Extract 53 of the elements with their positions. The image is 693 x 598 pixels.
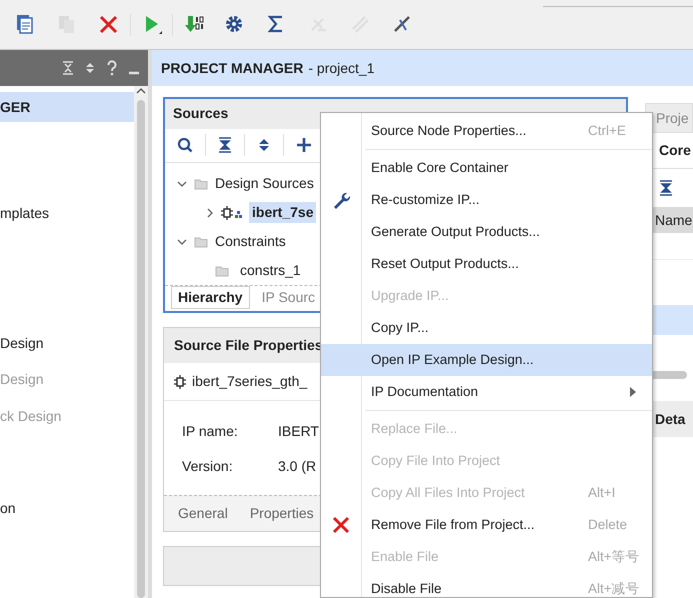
- menu-label: Generate Output Products...: [371, 222, 541, 241]
- shortcut: Delete: [588, 516, 628, 534]
- menu-item[interactable]: Reset Output Products...: [321, 248, 652, 280]
- tab[interactable]: General: [178, 503, 228, 524]
- nav-item[interactable]: mplates: [0, 198, 134, 228]
- menu-label: Copy All Files Into Project: [371, 484, 526, 502]
- menu-item[interactable]: Re-customize IP...: [321, 184, 652, 216]
- menu-label: Upgrade IP...: [371, 286, 450, 305]
- menu-label: Reset Output Products...: [371, 254, 520, 273]
- menu-label: Enable File: [371, 548, 440, 566]
- shortcut: Alt+I: [588, 484, 616, 502]
- panel-title: Sources: [173, 104, 228, 124]
- menu-label: Remove File from Project...: [371, 516, 536, 534]
- menu-item[interactable]: Source Node Properties... Ctrl+E: [321, 115, 652, 147]
- nav-item[interactable]: Design: [0, 328, 134, 358]
- nav-item[interactable]: on: [0, 493, 134, 523]
- field-value: IBERT: [278, 422, 319, 441]
- menu-label: Source Node Properties...: [371, 122, 528, 140]
- tab[interactable]: Properties: [250, 503, 314, 524]
- menu-label: Replace File...: [371, 420, 458, 438]
- panel-subtitle: Core: [659, 141, 691, 160]
- nav-item[interactable]: GER: [0, 92, 134, 122]
- menu-item[interactable]: Copy IP...: [321, 312, 652, 344]
- field-label: Version:: [182, 457, 234, 476]
- menu-item[interactable]: Remove File from Project... Delete: [321, 509, 652, 541]
- menu-label: Disable File: [371, 580, 443, 597]
- field-label: IP name:: [182, 422, 239, 441]
- tree-item[interactable]: Design Sources: [215, 173, 314, 194]
- menu-label: IP Documentation: [371, 382, 480, 401]
- shortcut: Alt+等号: [588, 548, 640, 566]
- menu-label: Copy IP...: [371, 318, 430, 337]
- tree-item[interactable]: ibert_7se: [249, 202, 316, 223]
- panel-title: Source File Properties: [174, 336, 323, 355]
- menu-label: Copy File Into Project: [371, 452, 502, 470]
- menu-label: Open IP Example Design...: [371, 350, 535, 369]
- file-name: ibert_7series_gth_: [192, 372, 308, 391]
- menu-item[interactable]: IP Documentation: [321, 376, 652, 408]
- field-value: 3.0 (R: [278, 457, 316, 476]
- panel-header: PROJECT MANAGER - project_1: [152, 50, 693, 86]
- menu-label: Enable Core Container: [371, 158, 510, 177]
- panel-title: Proje: [656, 108, 689, 128]
- panel-title: Deta: [655, 410, 686, 428]
- menu-item[interactable]: Open IP Example Design...: [321, 344, 652, 376]
- shortcut: Alt+减号: [588, 580, 640, 597]
- menu-item[interactable]: Enable Core Container: [321, 152, 652, 184]
- tab[interactable]: IP Sourc: [256, 286, 322, 309]
- tree-item[interactable]: constrs_1: [237, 260, 304, 281]
- menu-item[interactable]: Generate Output Products...: [321, 216, 652, 248]
- tab[interactable]: Hierarchy: [171, 286, 250, 309]
- shortcut: Ctrl+E: [588, 122, 626, 140]
- tree-item[interactable]: Constraints: [215, 231, 286, 252]
- menu-item[interactable]: Disable File Alt+减号: [321, 573, 652, 597]
- menu-label: Re-customize IP...: [371, 190, 481, 209]
